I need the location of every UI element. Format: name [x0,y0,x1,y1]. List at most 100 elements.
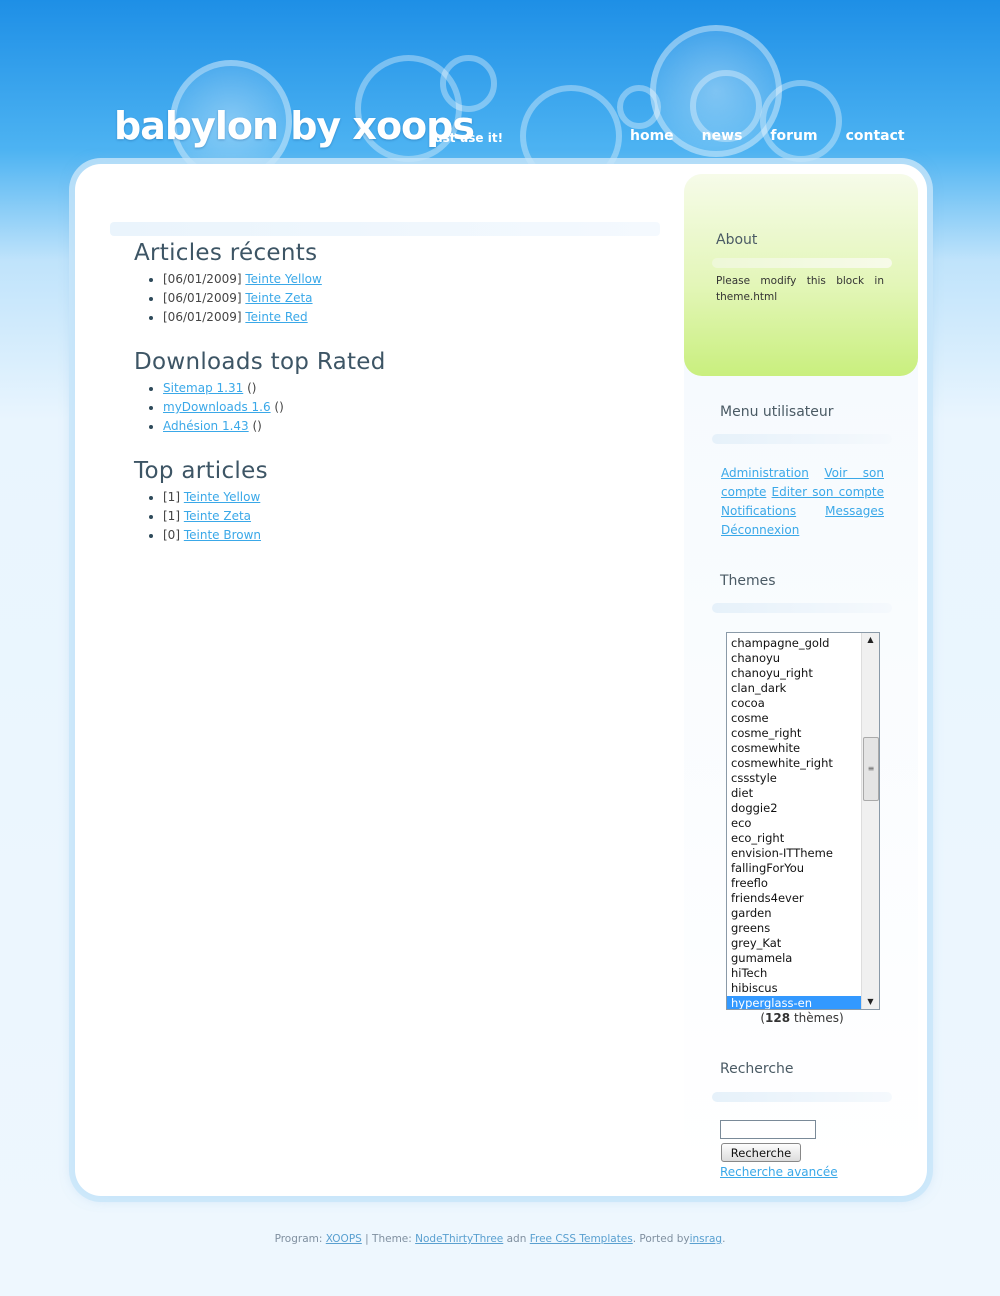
scroll-thumb[interactable]: ≡ [863,737,879,801]
list-item: myDownloads 1.6 () [163,398,654,417]
themes-listbox[interactable]: champagne_gold chanoyu chanoyu_right clan_d… [726,632,880,1010]
article-link[interactable]: Teinte Red [245,310,307,324]
search-input[interactable] [720,1120,816,1139]
top-navigation: home news forum contact [630,128,933,144]
article-link[interactable]: Teinte Yellow [245,272,321,286]
article-link[interactable]: Teinte Yellow [184,490,260,504]
theme-option[interactable]: hiTech [727,966,861,981]
theme-option[interactable]: hyperglass-en [727,996,861,1009]
theme-option[interactable]: grey_Kat [727,936,861,951]
search-button[interactable]: Recherche [721,1143,801,1162]
theme-option[interactable]: hibiscus [727,981,861,996]
footer: Program: XOOPS | Theme: NodeThirtyThree … [0,1233,1000,1245]
bubble-decoration [760,80,842,162]
usermenu-notifications[interactable]: Notifications [721,504,796,518]
usermenu-logout[interactable]: Déconnexion [721,523,799,537]
themes-count-number: 128 [765,1011,791,1025]
footer-templates-link[interactable]: Free CSS Templates [530,1233,633,1245]
footer-adn: adn [506,1233,527,1245]
theme-option[interactable]: greens [727,921,861,936]
recent-articles-title: Articles récents [134,240,318,266]
article-rank: [1] [163,509,180,523]
theme-option[interactable]: chanoyu_right [727,666,861,681]
content-top-bar [110,222,660,236]
article-rank: [0] [163,528,180,542]
footer-ported-link[interactable]: insrag [690,1233,722,1245]
themes-separator [712,603,892,613]
theme-option[interactable]: cosmewhite_right [727,756,861,771]
article-link[interactable]: Teinte Brown [184,528,261,542]
recent-articles-list: [06/01/2009] Teinte Yellow [06/01/2009] … [134,270,654,327]
article-date: [06/01/2009] [163,291,242,305]
themes-scrollbar[interactable]: ▲ ≡ ▼ [861,633,879,1009]
site-slogan: just use it! [430,131,504,145]
theme-option[interactable]: cosme [727,711,861,726]
themes-title: Themes [720,573,776,589]
list-item: [1] Teinte Zeta [163,507,654,526]
nav-home[interactable]: home [630,128,674,144]
list-item: [0] Teinte Brown [163,526,654,545]
download-rating: () [247,381,257,395]
download-link[interactable]: Adhésion 1.43 [163,419,249,433]
about-separator [712,258,892,268]
usermenu-edit-account[interactable]: Editer son compte [772,485,884,499]
theme-option[interactable]: friends4ever [727,891,861,906]
about-title: About [716,232,758,248]
usermenu-separator [712,434,892,444]
footer-program-label: Program: [274,1233,323,1245]
footer-theme-label: | Theme: [365,1233,412,1245]
download-rating: () [252,419,262,433]
article-date: [06/01/2009] [163,310,242,324]
download-link[interactable]: Sitemap 1.31 [163,381,243,395]
theme-option[interactable]: doggie2 [727,801,861,816]
theme-option[interactable]: gumamela [727,951,861,966]
theme-option[interactable]: cssstyle [727,771,861,786]
theme-option[interactable]: cosmewhite [727,741,861,756]
theme-option[interactable]: freeflo [727,876,861,891]
footer-theme-link[interactable]: NodeThirtyThree [415,1233,503,1245]
article-link[interactable]: Teinte Zeta [184,509,251,523]
theme-option[interactable]: chanoyu [727,651,861,666]
theme-option[interactable]: garden [727,906,861,921]
nav-contact[interactable]: contact [846,128,905,144]
about-text: Please modify this block in theme.html [716,275,884,303]
article-date: [06/01/2009] [163,272,242,286]
theme-option[interactable]: champagne_gold [727,636,861,651]
download-rating: () [274,400,284,414]
scroll-down-icon[interactable]: ▼ [862,995,879,1009]
downloads-list: Sitemap 1.31 () myDownloads 1.6 () Adhés… [134,379,654,436]
footer-xoops-link[interactable]: XOOPS [326,1233,362,1245]
theme-option[interactable]: eco [727,816,861,831]
theme-option[interactable]: diet [727,786,861,801]
scroll-up-icon[interactable]: ▲ [862,633,879,647]
top-articles-list: [1] Teinte Yellow [1] Teinte Zeta [0] Te… [134,488,654,545]
theme-option[interactable]: envision-ITTheme [727,846,861,861]
theme-option[interactable]: cosme_right [727,726,861,741]
usermenu-administration[interactable]: Administration [721,466,809,480]
theme-option[interactable]: fallingForYou [727,861,861,876]
nav-news[interactable]: news [702,128,743,144]
nav-forum[interactable]: forum [770,128,817,144]
theme-option[interactable]: cocoa [727,696,861,711]
download-link[interactable]: myDownloads 1.6 [163,400,271,414]
theme-option[interactable]: clan_dark [727,681,861,696]
themes-count-label: thèmes) [793,1011,844,1025]
site-title[interactable]: babylon by xoops [114,104,475,148]
footer-ported-label: . Ported by [632,1233,690,1245]
usermenu-title: Menu utilisateur [720,404,834,420]
list-item: [06/01/2009] Teinte Red [163,308,654,327]
list-item: Sitemap 1.31 () [163,379,654,398]
search-separator [712,1092,892,1102]
theme-option[interactable]: eco_right [727,831,861,846]
article-rank: [1] [163,490,180,504]
themes-options: champagne_gold chanoyu chanoyu_right clan_d… [727,636,861,1009]
advanced-search-link[interactable]: Recherche avancée [720,1165,838,1179]
list-item: [1] Teinte Yellow [163,488,654,507]
search-title: Recherche [720,1061,794,1077]
top-articles-title: Top articles [134,458,268,484]
usermenu-messages[interactable]: Messages [825,504,884,518]
article-link[interactable]: Teinte Zeta [245,291,312,305]
footer-end: . [722,1233,726,1245]
list-item: Adhésion 1.43 () [163,417,654,436]
main-content: Articles récents [06/01/2009] Teinte Yel… [134,240,654,567]
